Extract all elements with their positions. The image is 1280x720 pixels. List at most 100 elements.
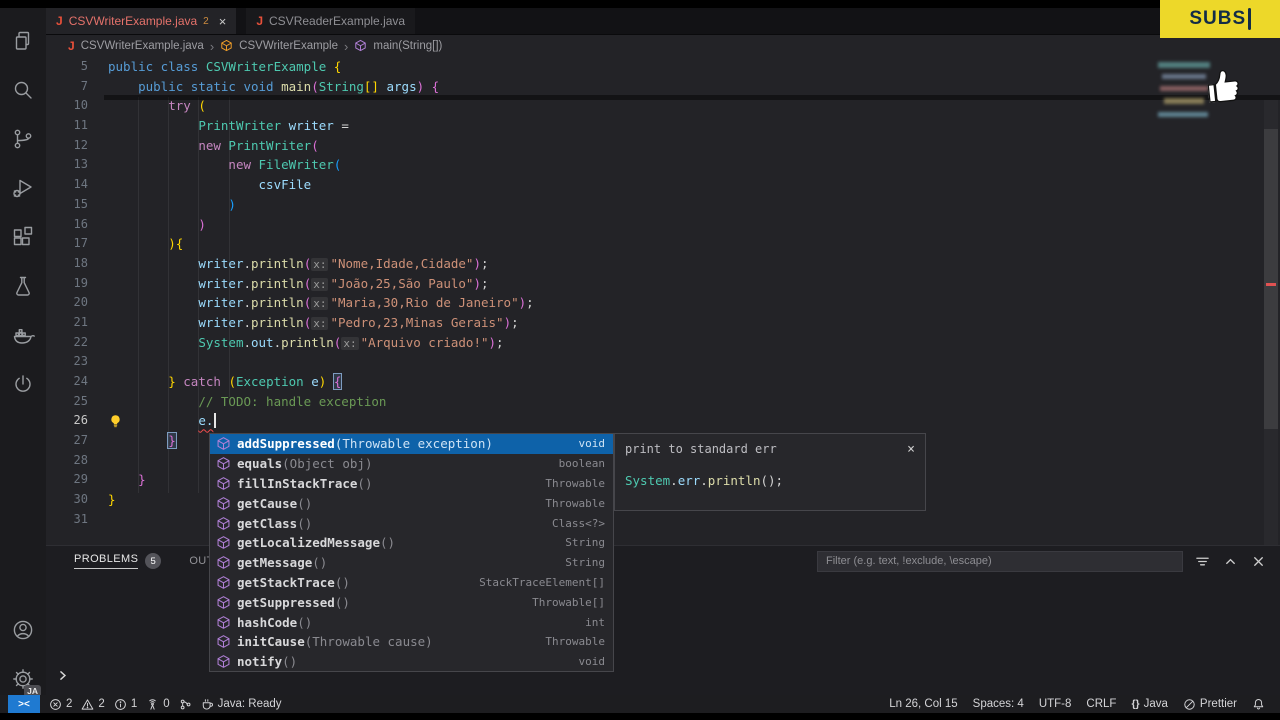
docker-icon[interactable]	[0, 310, 46, 359]
code-line-14[interactable]: 14 csvFile	[46, 175, 1280, 195]
status-bell[interactable]	[1252, 698, 1265, 711]
filter-list-icon[interactable]	[1195, 554, 1210, 569]
status-2[interactable]: 2	[81, 698, 105, 711]
code-line-12[interactable]: 12 new PrintWriter(	[46, 136, 1280, 156]
breadcrumb[interactable]: J CSVWriterExample.java › CSVWriterExamp…	[46, 35, 1280, 57]
code-token: x:	[311, 257, 329, 271]
line-number: 17	[73, 236, 88, 251]
code-token: }	[138, 472, 146, 488]
code-token: .	[243, 255, 251, 271]
status-text: Java: Ready	[217, 698, 282, 710]
video-artifact-band	[104, 95, 1280, 100]
chevron-up-icon[interactable]	[1223, 554, 1238, 569]
suggestion-getClass[interactable]: getClass() Class<?>	[210, 513, 613, 533]
tab-csvwriterexample-java[interactable]: J CSVWriterExample.java 2 ×	[46, 8, 237, 34]
method-icon	[217, 595, 230, 609]
filter-input[interactable]	[818, 555, 1182, 567]
code-line-23[interactable]: 23	[46, 352, 1280, 372]
breadcrumb-file[interactable]: CSVWriterExample.java	[81, 40, 204, 52]
suggestion-getStackTrace[interactable]: getStackTrace() StackTraceElement[]	[210, 573, 613, 593]
line-number: 11	[73, 118, 88, 133]
method-icon	[217, 655, 230, 669]
code-line-25[interactable]: 25 // TODO: handle exception	[46, 392, 1280, 412]
code-text: }	[108, 470, 146, 490]
status-2[interactable]: 2	[49, 698, 72, 711]
line-number: 18	[73, 255, 88, 270]
code-token: ;	[481, 275, 489, 291]
breadcrumb-class[interactable]: CSVWriterExample	[239, 40, 338, 52]
panel-tab-problems[interactable]: PROBLEMS 5	[74, 553, 162, 569]
code-line-17[interactable]: 17 ){	[46, 234, 1280, 254]
close-icon[interactable]	[1251, 554, 1266, 569]
suggestion-equals[interactable]: equals (Object obj) boolean	[210, 454, 613, 474]
status-left: 2 2 1 0 Java: Ready	[40, 698, 282, 711]
code-line-7[interactable]: 7 public static void main(String[] args)…	[46, 77, 1280, 97]
code-line-18[interactable]: 18 writer.println(x: "Nome,Idade,Cidade")…	[46, 254, 1280, 274]
status-utf-8[interactable]: UTF-8	[1039, 698, 1072, 710]
code-text: writer.println(x: "Pedro,23,Minas Gerais"…	[108, 313, 519, 333]
close-icon[interactable]: ×	[219, 14, 227, 29]
code-line-5[interactable]: 5 public class CSVWriterExample {	[46, 57, 1280, 77]
line-number: 10	[73, 98, 88, 113]
remote-indicator[interactable]: ><	[8, 695, 40, 713]
code-line-13[interactable]: 13 new FileWriter(	[46, 155, 1280, 175]
suggestion-initCause[interactable]: initCause (Throwable cause) Throwable	[210, 632, 613, 652]
code-line-11[interactable]: 11 PrintWriter writer =	[46, 116, 1280, 136]
suggestion-params: ()	[297, 614, 313, 630]
search-icon[interactable]	[0, 65, 46, 114]
tab-csvreaderexample-java[interactable]: J CSVReaderExample.java	[246, 8, 416, 34]
suggestion-addSuppressed[interactable]: addSuppressed (Throwable exception) void	[210, 434, 613, 454]
testing-icon[interactable]	[0, 261, 46, 310]
tab-bar: J CSVWriterExample.java 2 × J CSVReaderExampl…	[46, 8, 1280, 35]
line-number: 20	[73, 295, 88, 310]
suggestion-fillInStackTrace[interactable]: fillInStackTrace() Throwable	[210, 474, 613, 494]
status-crlf[interactable]: CRLF	[1086, 698, 1116, 710]
code-line-26[interactable]: 26 e.	[46, 411, 1280, 431]
problems-filter[interactable]	[817, 550, 1183, 572]
status-0[interactable]: 0	[146, 698, 170, 711]
suggestion-params: ()	[334, 574, 350, 590]
suggestion-getLocalizedMessage[interactable]: getLocalizedMessage() String	[210, 533, 613, 553]
close-icon[interactable]: ×	[907, 442, 915, 457]
extensions-icon[interactable]	[0, 212, 46, 261]
line-number: 21	[73, 314, 88, 329]
status-prettier[interactable]: Prettier	[1183, 698, 1237, 711]
status-fork[interactable]	[179, 698, 192, 711]
status-ln-26-col-15[interactable]: Ln 26, Col 15	[889, 698, 957, 710]
line-number: 27	[73, 433, 88, 448]
account-icon[interactable]	[0, 605, 46, 654]
scrollbar-thumb[interactable]	[1264, 129, 1278, 429]
explorer-icon[interactable]	[0, 16, 46, 65]
code-token: new	[228, 157, 259, 173]
chevron-right-icon[interactable]	[56, 669, 69, 687]
breadcrumb-method[interactable]: main(String[])	[373, 40, 442, 52]
code-token: x:	[341, 336, 359, 350]
suggestion-notify[interactable]: notify() void	[210, 652, 613, 672]
suggestion-getCause[interactable]: getCause() Throwable	[210, 493, 613, 513]
code-token: )	[168, 236, 176, 252]
code-token: .	[243, 275, 251, 291]
suggestion-getSuppressed[interactable]: getSuppressed() Throwable[]	[210, 592, 613, 612]
source-control-icon[interactable]	[0, 114, 46, 163]
line-number: 19	[73, 275, 88, 290]
status-spaces-4[interactable]: Spaces: 4	[973, 698, 1024, 710]
code-line-22[interactable]: 22 System.out.println(x: "Arquivo criado!…	[46, 333, 1280, 353]
line-number: 16	[73, 216, 88, 231]
status-1[interactable]: 1	[114, 698, 137, 711]
run-debug-icon[interactable]	[0, 163, 46, 212]
code-line-21[interactable]: 21 writer.println(x: "Pedro,23,Minas Gera…	[46, 313, 1280, 333]
code-line-24[interactable]: 24 } catch (Exception e) {	[46, 372, 1280, 392]
code-line-19[interactable]: 19 writer.println(x: "João,25,São Paulo")…	[46, 274, 1280, 294]
code-line-16[interactable]: 16 )	[46, 215, 1280, 235]
status-java-ready[interactable]: Java: Ready	[201, 698, 282, 711]
status-java[interactable]: {} Java	[1131, 698, 1167, 710]
suggestion-hashCode[interactable]: hashCode() int	[210, 612, 613, 632]
suggestion-getMessage[interactable]: getMessage() String	[210, 553, 613, 573]
power-icon[interactable]	[0, 359, 46, 408]
code-line-20[interactable]: 20 writer.println(x: "Maria,30,Rio de Jan…	[46, 293, 1280, 313]
suggestion-params: (Throwable cause)	[304, 634, 433, 650]
code-line-15[interactable]: 15 )	[46, 195, 1280, 215]
code-token: println	[707, 473, 761, 488]
